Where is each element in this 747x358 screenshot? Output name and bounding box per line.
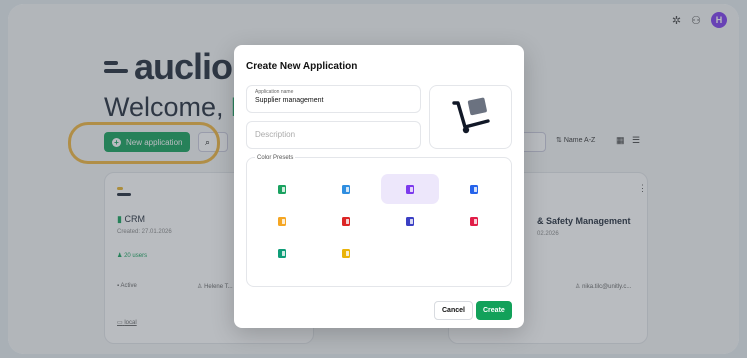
color-preset-swatch[interactable]	[381, 206, 439, 236]
app-book-icon	[278, 184, 286, 194]
app-book-icon	[342, 184, 350, 194]
app-book-icon	[342, 248, 350, 258]
color-preset-swatch[interactable]	[253, 206, 311, 236]
application-name-field[interactable]: Application name Supplier management	[246, 85, 421, 113]
app-window: ✲ ⚇ H auclio Welcome, H + New applicatio…	[8, 4, 739, 354]
color-preset-swatch[interactable]	[445, 174, 503, 204]
color-preset-swatch[interactable]	[381, 174, 439, 204]
application-name-value: Supplier management	[255, 97, 324, 104]
icon-picker[interactable]	[429, 85, 512, 149]
color-presets-label: Color Presets	[255, 155, 296, 161]
color-presets: Color Presets	[246, 155, 512, 287]
color-preset-swatch[interactable]	[253, 238, 311, 268]
color-preset-swatch[interactable]	[445, 206, 503, 236]
description-field[interactable]: Description	[246, 121, 421, 149]
color-preset-swatch[interactable]	[317, 174, 375, 204]
color-preset-swatch[interactable]	[317, 206, 375, 236]
color-preset-swatch[interactable]	[317, 238, 375, 268]
app-book-icon	[278, 248, 286, 258]
app-book-icon	[470, 184, 478, 194]
app-book-icon	[278, 216, 286, 226]
create-application-dialog: Create New Application Application name …	[234, 45, 524, 328]
dialog-title: Create New Application	[246, 61, 358, 72]
color-preset-swatch[interactable]	[253, 174, 311, 204]
application-name-label: Application name	[255, 89, 294, 95]
app-book-icon	[406, 184, 414, 194]
app-book-icon	[470, 216, 478, 226]
app-book-icon	[342, 216, 350, 226]
app-book-icon	[406, 216, 414, 226]
hand-truck-icon	[451, 97, 490, 134]
swatch-grid	[253, 174, 503, 268]
create-button[interactable]: Create	[476, 301, 512, 320]
cancel-button[interactable]: Cancel	[434, 301, 473, 320]
